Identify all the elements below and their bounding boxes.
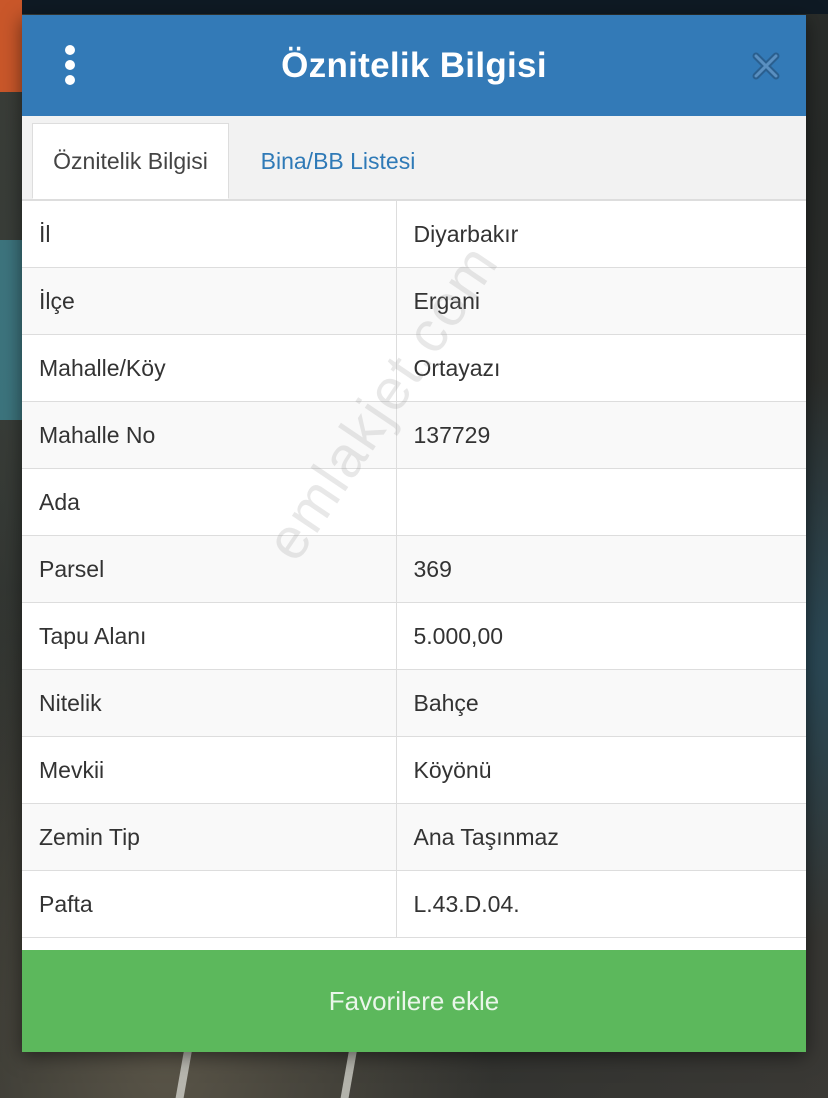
more-vertical-icon[interactable] <box>58 45 82 85</box>
table-row: Parsel 369 <box>22 535 806 603</box>
attribute-key: Zemin Tip <box>22 803 397 871</box>
attribute-key: Pafta <box>22 870 397 938</box>
attribute-key: Nitelik <box>22 669 397 737</box>
table-row: Nitelik Bahçe <box>22 669 806 737</box>
attribute-key: Mevkii <box>22 736 397 804</box>
close-icon[interactable] <box>752 52 780 80</box>
attribute-key: İlçe <box>22 267 397 335</box>
attribute-value: Köyönü <box>395 736 806 804</box>
attribute-value: 137729 <box>395 401 806 469</box>
tab-bar: Öznitelik Bilgisi Bina/BB Listesi <box>22 116 806 200</box>
attribute-value: Diyarbakır <box>395 200 806 268</box>
table-row: Mahalle/Köy Ortayazı <box>22 334 806 402</box>
attribute-value: Ortayazı <box>395 334 806 402</box>
attribute-value: Ergani <box>395 267 806 335</box>
attribute-key: Tapu Alanı <box>22 602 397 670</box>
attribute-table: İl Diyarbakır İlçe Ergani Mahalle/Köy Ortayaz… <box>22 200 806 938</box>
attribute-key: İl <box>22 200 397 268</box>
attribute-key: Ada <box>22 468 397 536</box>
table-row: İlçe Ergani <box>22 267 806 335</box>
attribute-value: Ana Taşınmaz <box>395 803 806 871</box>
attribute-info-dialog: Öznitelik Bilgisi Öznitelik Bilgisi Bina… <box>22 15 806 1052</box>
table-row: Ada <box>22 468 806 536</box>
dialog-title: Öznitelik Bilgisi <box>281 45 547 85</box>
tab-attribute-info[interactable]: Öznitelik Bilgisi <box>32 123 229 199</box>
tab-building-list[interactable]: Bina/BB Listesi <box>238 123 438 199</box>
attribute-value: Bahçe <box>395 669 806 737</box>
attribute-key: Mahalle/Köy <box>22 334 397 402</box>
table-row: Pafta L.43.D.04. <box>22 870 806 938</box>
dialog-header: Öznitelik Bilgisi <box>22 15 806 116</box>
add-to-favorites-button[interactable]: Favorilere ekle <box>22 950 806 1052</box>
table-row: Mahalle No 137729 <box>22 401 806 469</box>
attribute-key: Parsel <box>22 535 397 603</box>
table-row: Mevkii Köyönü <box>22 736 806 804</box>
attribute-value <box>395 468 806 536</box>
table-row: Tapu Alanı 5.000,00 <box>22 602 806 670</box>
attribute-key: Mahalle No <box>22 401 397 469</box>
table-row: Zemin Tip Ana Taşınmaz <box>22 803 806 871</box>
attribute-value: L.43.D.04. <box>395 870 806 938</box>
attribute-value: 369 <box>395 535 806 603</box>
attribute-value: 5.000,00 <box>395 602 806 670</box>
table-row: İl Diyarbakır <box>22 200 806 268</box>
map-feature <box>0 240 22 420</box>
map-feature <box>0 0 22 92</box>
